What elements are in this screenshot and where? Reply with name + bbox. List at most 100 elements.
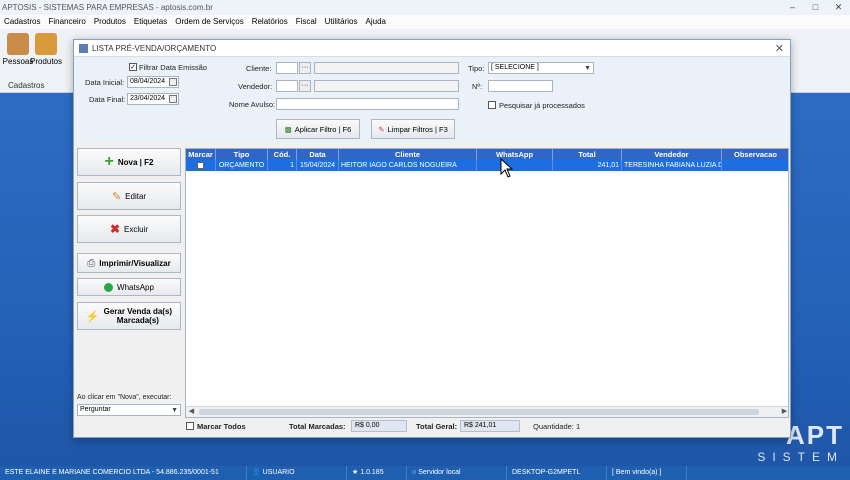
close-icon[interactable]: ✕: [827, 0, 850, 15]
row-obs-cell: [722, 160, 788, 171]
print-button[interactable]: ⎙ Imprimir/Visualizar: [77, 253, 181, 273]
whatsapp-button[interactable]: WhatsApp: [77, 278, 181, 296]
window-icon: [79, 43, 88, 53]
seller-name-input[interactable]: [314, 80, 459, 92]
client-code-input[interactable]: [276, 62, 298, 74]
filter-panel: ✓ Filtrar Data Emissão Data Inicial: 08/…: [74, 57, 790, 142]
presale-list-dialog: LISTA PRÉ-VENDA/ORÇAMENTO ✕ ✓ Filtrar Da…: [73, 39, 791, 438]
menu-ajuda[interactable]: Ajuda: [362, 15, 390, 29]
menu-fiscal[interactable]: Fiscal: [292, 15, 321, 29]
seller-code-input[interactable]: [276, 80, 298, 92]
date-start-input[interactable]: 08/04/2024: [127, 76, 179, 88]
x-icon: ✖: [109, 222, 121, 236]
maximize-icon[interactable]: □: [804, 0, 827, 15]
edit-button[interactable]: ✎ Editar: [77, 182, 181, 210]
horizontal-scrollbar[interactable]: ◀ ▶: [186, 406, 788, 417]
menu-cadastros[interactable]: Cadastros: [0, 15, 44, 29]
status-welcome: [ Bem vindo(a) ]: [607, 466, 687, 480]
pencil-icon: ✎: [111, 190, 122, 203]
app-title-bar: APTOSIS - SISTEMAS PARA EMPRESAS - aptos…: [0, 0, 850, 15]
on-new-select[interactable]: Perguntar ▼: [77, 404, 181, 416]
seller-search-button[interactable]: ···: [299, 80, 311, 92]
chevron-down-icon: ▼: [171, 407, 178, 414]
mark-all-checkbox[interactable]: [186, 422, 194, 430]
new-button[interactable]: + Nova | F2: [77, 148, 181, 176]
printer-icon: ⎙: [87, 257, 96, 269]
processed-checkbox[interactable]: [488, 101, 496, 109]
number-label: Nº:: [472, 82, 483, 91]
status-version: ★ 1.0.185: [347, 466, 407, 480]
dialog-title: LISTA PRÉ-VENDA/ORÇAMENTO: [92, 43, 217, 53]
date-start-label: Data Inicial:: [85, 78, 125, 87]
plus-icon: +: [104, 153, 114, 170]
client-label: Cliente:: [246, 64, 272, 73]
grand-total-label: Total Geral:: [416, 422, 458, 431]
date-end-input[interactable]: 23/04/2024: [127, 93, 179, 105]
row-whatsapp-cell[interactable]: [477, 160, 553, 171]
row-client-cell: HEITOR IAGO CARLOS NOGUEIRA: [339, 160, 477, 171]
on-new-label: Ao clicar em "Nova", executar:: [77, 394, 172, 401]
generate-sale-button[interactable]: ⚡ Gerar Venda da(s) Marcada(s): [77, 302, 181, 330]
number-input[interactable]: [488, 80, 553, 92]
row-date-cell: 15/04/2024: [297, 160, 339, 171]
row-checkbox[interactable]: [197, 161, 204, 169]
walk-in-name-input[interactable]: [276, 98, 459, 110]
minimize-icon[interactable]: –: [781, 0, 804, 15]
total-marked-value: R$ 0,00: [351, 420, 407, 432]
type-select[interactable]: [ SELECIONE ] ▼: [488, 62, 594, 74]
row-total-cell: 241,01: [553, 160, 622, 171]
scroll-thumb[interactable]: [199, 409, 759, 415]
quantity-value: 1: [575, 422, 581, 431]
row-mark-cell[interactable]: [186, 160, 216, 171]
filter-date-checkbox[interactable]: ✓: [129, 63, 137, 71]
column-header[interactable]: WhatsApp: [477, 149, 553, 160]
menu-relatorios[interactable]: Relatórios: [248, 15, 292, 29]
total-marked-label: Total Marcadas:: [289, 422, 346, 431]
chevron-down-icon: ▼: [584, 65, 591, 72]
column-header[interactable]: Observacao: [722, 149, 788, 160]
menu-produtos[interactable]: Produtos: [90, 15, 130, 29]
scroll-left-icon[interactable]: ◀: [186, 407, 197, 417]
column-header[interactable]: Vendedor: [622, 149, 722, 160]
whatsapp-icon: [104, 282, 114, 292]
apply-filter-button[interactable]: ▩ Aplicar Filtro | F6: [276, 119, 360, 139]
delete-button[interactable]: ✖ Excluir: [77, 215, 181, 243]
walk-in-label: Nome Avulso:: [229, 100, 276, 109]
quantity-label: Quantidade: 1: [533, 422, 581, 431]
ribbon-produtos-button[interactable]: Produtos: [28, 33, 64, 75]
client-name-input[interactable]: [314, 62, 459, 74]
calendar-icon[interactable]: [169, 95, 177, 103]
menu-etiquetas[interactable]: Etiquetas: [130, 15, 171, 29]
column-header[interactable]: Data: [297, 149, 339, 160]
status-user: 👤 USUARIO: [247, 466, 347, 480]
status-server: ○ Servidor local: [407, 466, 507, 480]
mark-all-label: Marcar Todos: [197, 422, 246, 431]
client-search-button[interactable]: ···: [299, 62, 311, 74]
status-bar: ESTE ELAINE E MARIANE COMERCIO LTDA - 54…: [0, 466, 850, 480]
processed-label: Pesquisar já processados: [499, 101, 585, 110]
date-end-label: Data Final:: [89, 95, 126, 104]
calendar-icon[interactable]: [169, 78, 177, 86]
scroll-right-icon[interactable]: ▶: [779, 407, 788, 417]
column-header[interactable]: Cliente: [339, 149, 477, 160]
presale-grid: Marcar Tipo Cód. Data Cliente WhatsApp T…: [185, 148, 789, 418]
row-seller-cell: TERESINHA FABIANA LUZIA DE: [624, 160, 722, 171]
app-title: APTOSIS - SISTEMAS PARA EMPRESAS - aptos…: [2, 3, 213, 12]
column-header[interactable]: Total: [553, 149, 622, 160]
dialog-close-icon[interactable]: ✕: [775, 42, 784, 55]
row-code-cell: 1: [268, 160, 297, 171]
menu-utilitarios[interactable]: Utilitários: [321, 15, 362, 29]
box-icon: [35, 33, 57, 55]
column-header[interactable]: Marcar: [186, 149, 216, 160]
column-header[interactable]: Tipo: [216, 149, 268, 160]
menu-ordem-servicos[interactable]: Ordem de Serviços: [171, 15, 247, 29]
seller-label: Vendedor:: [238, 82, 273, 91]
column-header[interactable]: Cód.: [268, 149, 297, 160]
clear-filter-button[interactable]: ✎ Limpar Filtros | F3: [371, 119, 455, 139]
ribbon-group-label: Cadastros: [8, 81, 45, 90]
menu-financeiro[interactable]: Financeiro: [44, 15, 89, 29]
dialog-title-bar: LISTA PRÉ-VENDA/ORÇAMENTO: [74, 40, 790, 57]
eraser-icon: ✎: [378, 124, 385, 134]
people-icon: [7, 33, 29, 55]
table-row[interactable]: ORÇAMENTO 1 15/04/2024 HEITOR IAGO CARLO…: [186, 160, 788, 171]
